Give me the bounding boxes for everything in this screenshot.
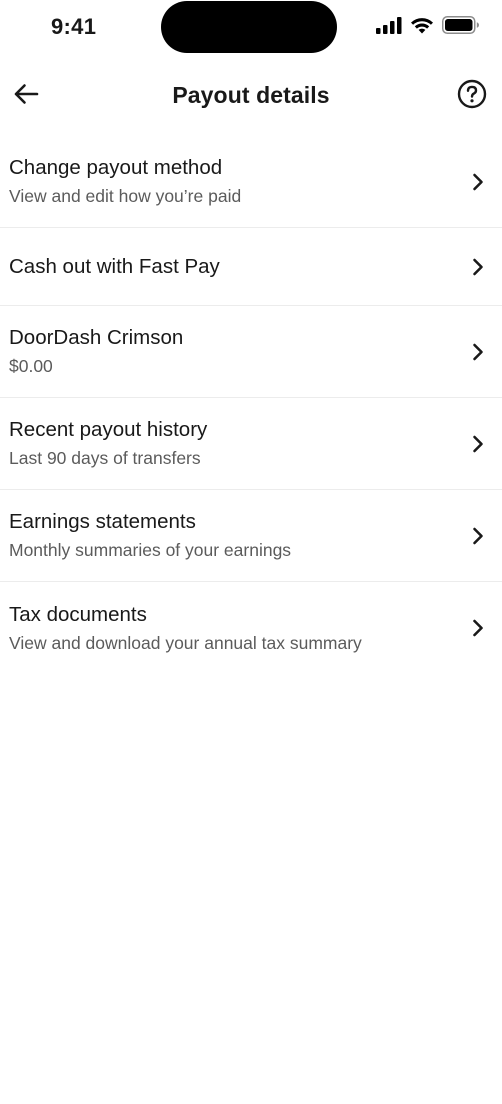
chevron-right-icon bbox=[470, 527, 486, 544]
item-subtitle: View and edit how you’re paid bbox=[9, 186, 242, 206]
status-bar: 9:41 bbox=[0, 0, 502, 60]
menu-item-change-payout-method[interactable]: Change payout method View and edit how y… bbox=[0, 136, 502, 228]
item-title: Earnings statements bbox=[9, 510, 196, 533]
question-circle-icon bbox=[457, 79, 487, 114]
status-time: 9:41 bbox=[51, 14, 97, 39]
item-subtitle: Monthly summaries of your earnings bbox=[9, 540, 292, 560]
page-title: Payout details bbox=[172, 82, 330, 108]
item-title: DoorDash Crimson bbox=[9, 326, 184, 349]
dynamic-island bbox=[161, 1, 337, 53]
header: Payout details bbox=[0, 70, 502, 122]
item-subtitle: $0.00 bbox=[9, 356, 53, 376]
menu-item-recent-payout-history[interactable]: Recent payout history Last 90 days of tr… bbox=[0, 398, 502, 490]
chevron-right-icon bbox=[470, 435, 486, 452]
help-button[interactable] bbox=[456, 79, 488, 114]
item-title: Cash out with Fast Pay bbox=[9, 254, 220, 278]
chevron-right-icon bbox=[470, 343, 486, 360]
menu-item-doordash-crimson[interactable]: DoorDash Crimson $0.00 bbox=[0, 306, 502, 398]
payout-menu-list: Change payout method View and edit how y… bbox=[0, 136, 502, 674]
item-subtitle: Last 90 days of transfers bbox=[9, 448, 201, 468]
menu-item-earnings-statements[interactable]: Earnings statements Monthly summaries of… bbox=[0, 490, 502, 582]
chevron-right-icon bbox=[470, 173, 486, 190]
item-title: Recent payout history bbox=[9, 418, 208, 441]
status-icons bbox=[376, 16, 480, 34]
item-subtitle: View and download your annual tax summar… bbox=[9, 632, 362, 653]
menu-item-fast-pay[interactable]: Cash out with Fast Pay bbox=[0, 228, 502, 306]
battery-icon bbox=[442, 16, 480, 34]
wifi-icon bbox=[410, 16, 434, 34]
item-title: Change payout method bbox=[9, 156, 223, 179]
cellular-signal-icon bbox=[376, 16, 402, 34]
chevron-right-icon bbox=[470, 619, 486, 637]
chevron-right-icon bbox=[470, 258, 486, 275]
menu-item-tax-documents[interactable]: Tax documents View and download your ann… bbox=[0, 582, 502, 674]
item-title: Tax documents bbox=[9, 602, 147, 626]
